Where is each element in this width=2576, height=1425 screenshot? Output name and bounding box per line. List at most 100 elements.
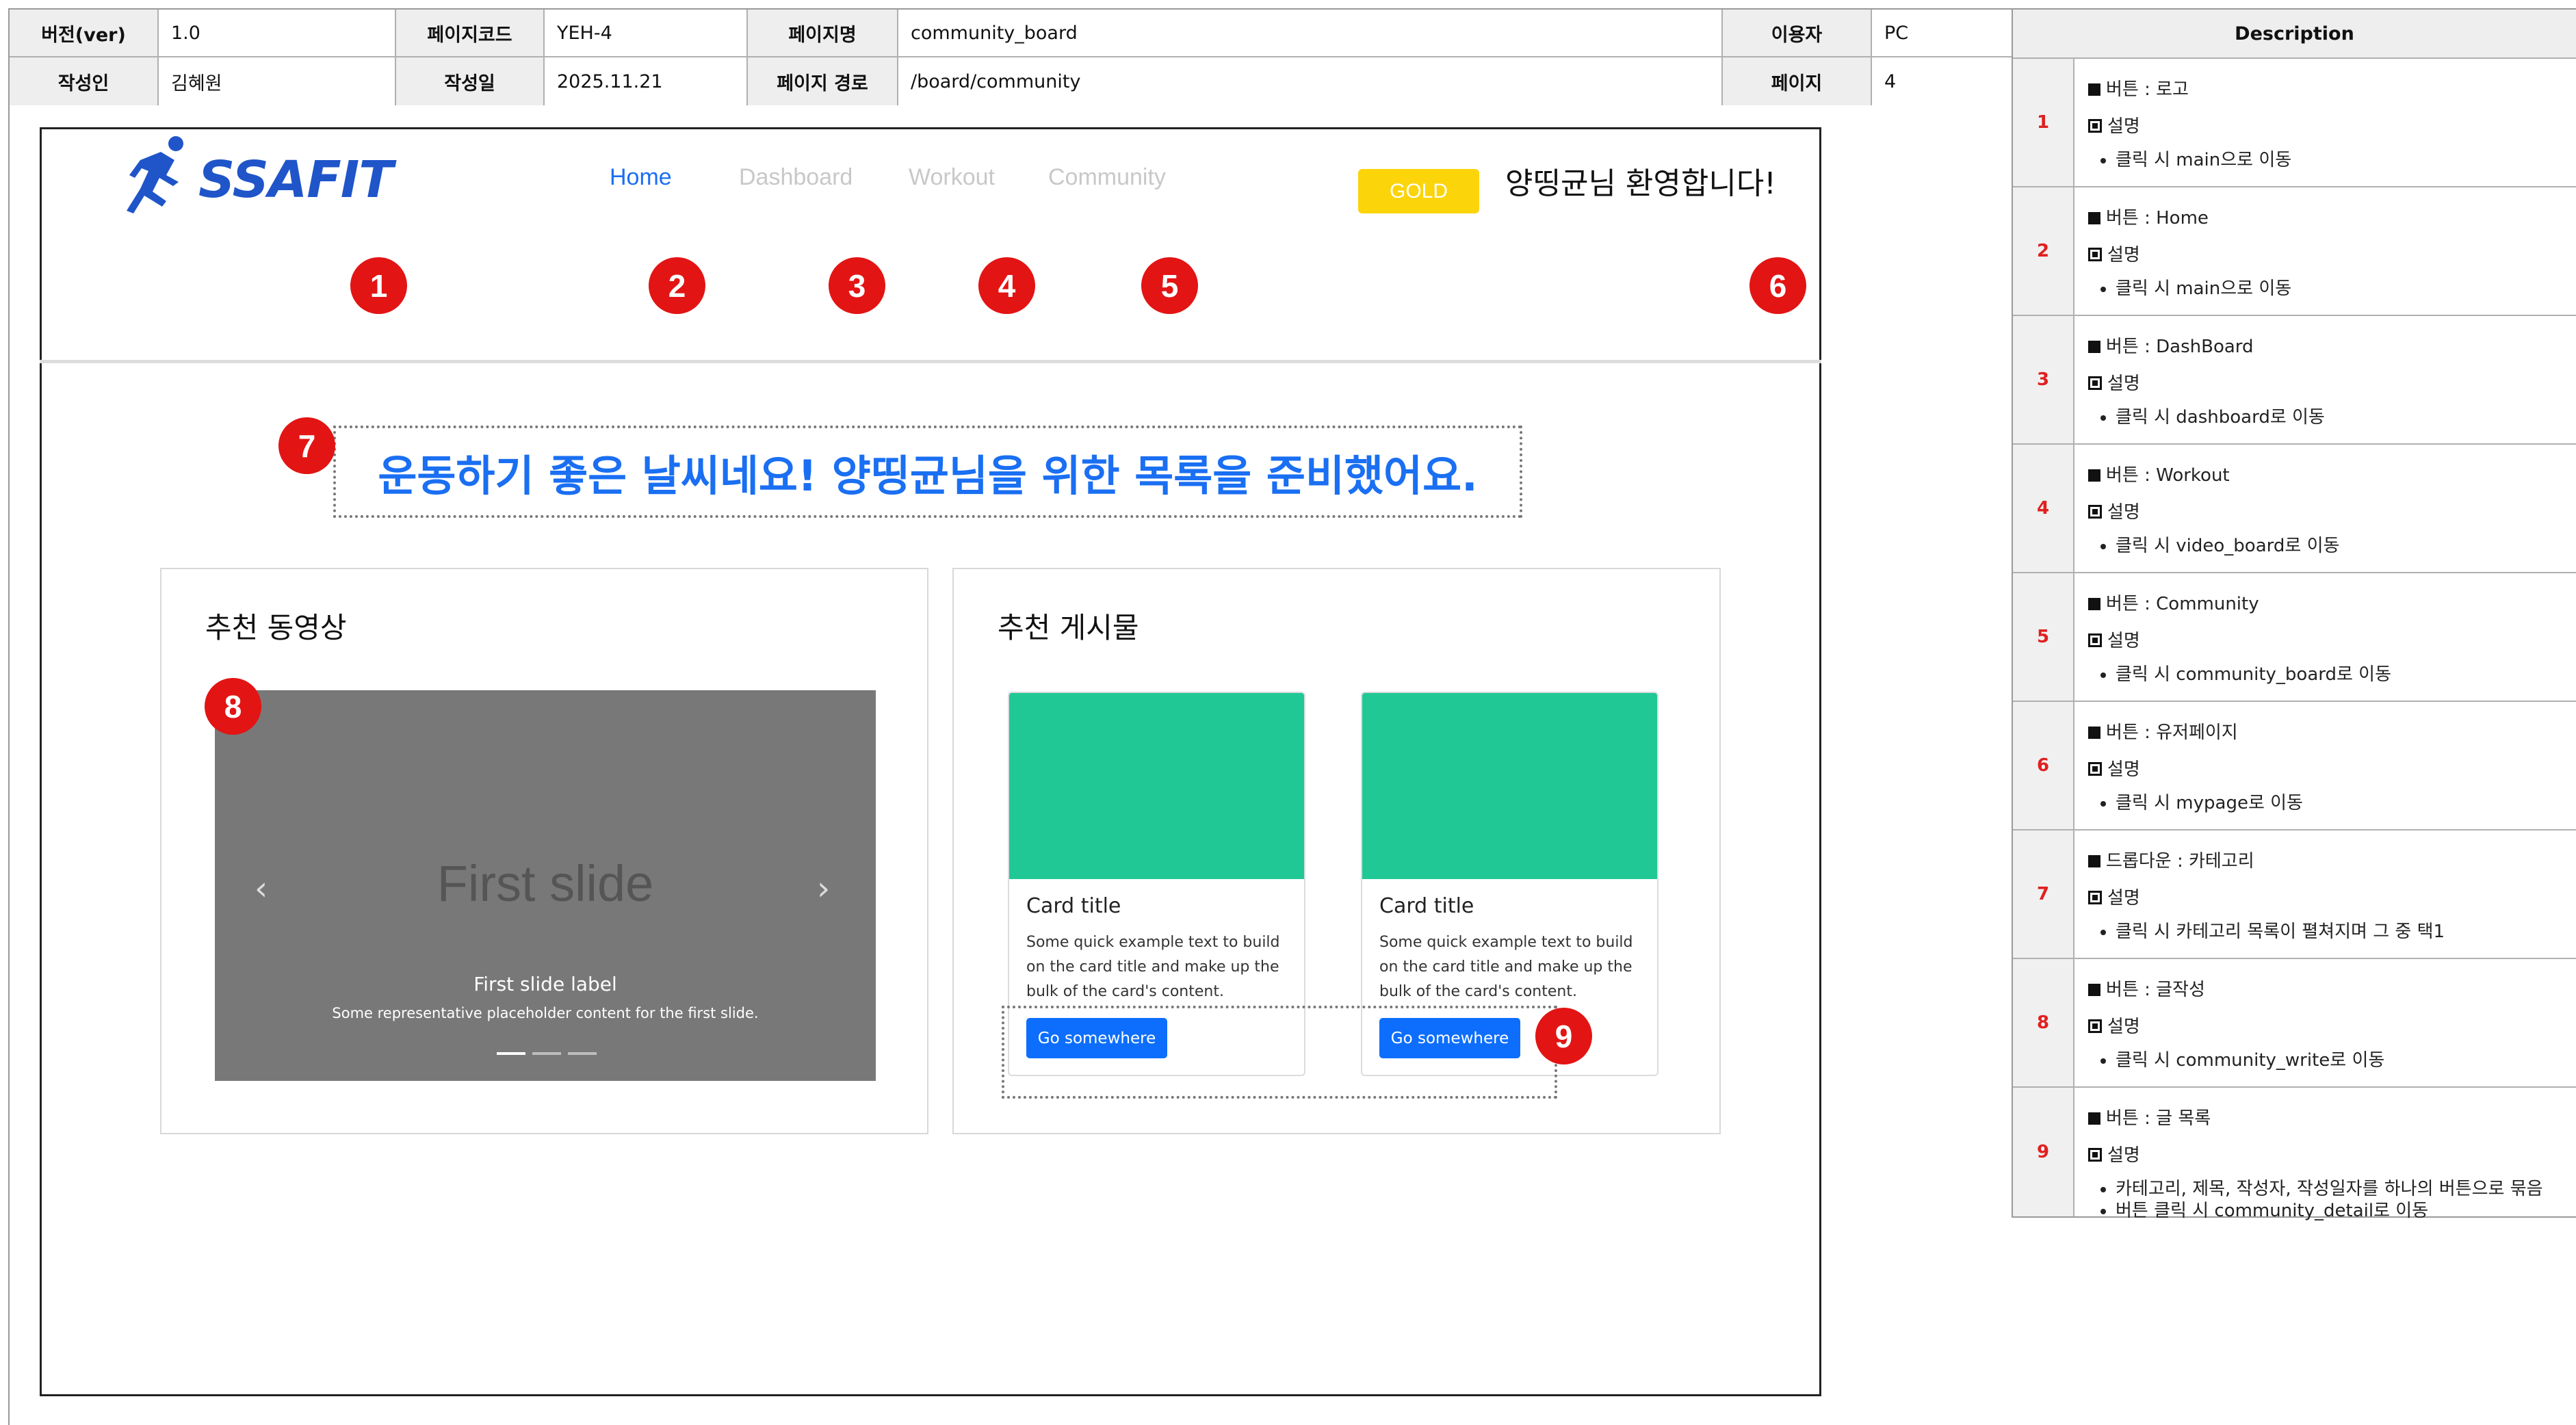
checkbox-square-icon xyxy=(2088,248,2102,261)
nav-divider xyxy=(40,360,1821,363)
description-title: Description xyxy=(2013,10,2576,59)
marker-8: 8 xyxy=(205,678,261,735)
carousel-next-icon[interactable]: › xyxy=(817,870,830,908)
description-row: 3 버튼 : DashBoard 설명 클릭 시 dashboard로 이동 xyxy=(2013,316,2576,445)
description-number: 3 xyxy=(2013,316,2074,443)
description-sub-text: 설명 xyxy=(2107,631,2140,651)
description-sub: 설명 xyxy=(2088,237,2291,274)
description-sub: 설명 xyxy=(2088,751,2303,788)
description-panel: Description 1 버튼 : 로고 설명 클릭 시 main으로 이동 … xyxy=(2012,8,2576,1221)
date-label: 작성일 xyxy=(396,57,545,105)
description-point: 클릭 시 main으로 이동 xyxy=(2116,278,2291,300)
description-point: 클릭 시 mypage로 이동 xyxy=(2116,792,2303,814)
filled-square-icon xyxy=(2088,727,2100,739)
description-item-title-text: 버튼 : 글작성 xyxy=(2106,980,2205,1000)
user-value: PC xyxy=(1872,10,2013,57)
version-value: 1.0 xyxy=(159,10,396,57)
description-sub: 설명 xyxy=(2088,1137,2543,1174)
description-number: 9 xyxy=(2013,1088,2074,1216)
description-points: 클릭 시 카테고리 목록이 펼쳐지며 그 중 택1 xyxy=(2088,921,2445,943)
nav-workout[interactable]: Workout xyxy=(909,164,995,191)
user-welcome-button[interactable]: 양띵균님 환영합니다! xyxy=(1505,159,1776,202)
description-body: 버튼 : 글작성 설명 클릭 시 community_write로 이동 xyxy=(2074,959,2384,1086)
slide-caption: Some representative placeholder content … xyxy=(332,1005,759,1021)
description-item-title: 버튼 : Community xyxy=(2088,586,2391,623)
description-sub-text: 설명 xyxy=(2107,1017,2140,1037)
description-row: 9 버튼 : 글 목록 설명 카테고리, 제목, 작성자, 작성일자를 하나의 … xyxy=(2013,1088,2576,1221)
video-section-title: 추천 동영상 xyxy=(205,611,347,644)
runner-icon xyxy=(127,136,183,213)
marker-5: 5 xyxy=(1141,257,1198,314)
description-points: 클릭 시 mypage로 이동 xyxy=(2088,792,2303,814)
description-points: 클릭 시 community_board로 이동 xyxy=(2088,664,2391,685)
card-text: Some quick example text to build on the … xyxy=(1379,934,1633,1000)
description-sub: 설명 xyxy=(2088,108,2291,145)
description-row: 1 버튼 : 로고 설명 클릭 시 main으로 이동 xyxy=(2013,59,2576,187)
description-item-title: 버튼 : 로고 xyxy=(2088,71,2291,108)
checkbox-square-icon xyxy=(2088,119,2102,133)
checkbox-square-icon xyxy=(2088,762,2102,776)
marker-1: 1 xyxy=(350,257,407,314)
description-sub-text: 설명 xyxy=(2107,1145,2140,1166)
filled-square-icon xyxy=(2088,1112,2100,1125)
nav-dashboard[interactable]: Dashboard xyxy=(739,164,853,191)
page-code-label: 페이지코드 xyxy=(396,10,545,57)
description-item-title-text: 버튼 : DashBoard xyxy=(2106,337,2254,357)
marker-7: 7 xyxy=(278,417,335,474)
category-dropdown[interactable]: 운동하기 좋은 날씨네요! 양띵균님을 위한 목록을 준비했어요. xyxy=(333,426,1522,518)
description-point: 카테고리, 제목, 작성자, 작성일자를 하나의 버튼으로 묶음 xyxy=(2116,1178,2543,1200)
description-sub-text: 설명 xyxy=(2107,888,2140,908)
post-list-button-area[interactable] xyxy=(1002,1006,1557,1099)
description-sub: 설명 xyxy=(2088,623,2391,659)
description-body: 버튼 : Community 설명 클릭 시 community_board로 … xyxy=(2074,573,2391,701)
page-number-value: 4 xyxy=(1872,57,2013,105)
description-points: 클릭 시 video_board로 이동 xyxy=(2088,535,2339,557)
logo-text: SSAFIT xyxy=(198,151,393,209)
post-section-title: 추천 게시물 xyxy=(998,611,1139,644)
description-row: 5 버튼 : Community 설명 클릭 시 community_board… xyxy=(2013,573,2576,702)
user-label: 이용자 xyxy=(1723,10,1872,57)
description-points: 카테고리, 제목, 작성자, 작성일자를 하나의 버튼으로 묶음 버튼 클릭 시… xyxy=(2088,1178,2543,1222)
description-number: 8 xyxy=(2013,959,2074,1086)
description-point: 클릭 시 main으로 이동 xyxy=(2116,149,2291,171)
checkbox-square-icon xyxy=(2088,376,2102,390)
card-image xyxy=(1362,693,1657,879)
description-sub: 설명 xyxy=(2088,880,2445,917)
description-number: 2 xyxy=(2013,187,2074,315)
filled-square-icon xyxy=(2088,598,2100,610)
description-number: 1 xyxy=(2013,59,2074,186)
carousel-indicator[interactable] xyxy=(532,1052,561,1055)
carousel-indicator[interactable] xyxy=(568,1052,597,1055)
description-item-title-text: 드롭다운 : 카테고리 xyxy=(2106,851,2254,872)
checkbox-square-icon xyxy=(2088,1148,2102,1162)
marker-2: 2 xyxy=(649,257,705,314)
description-point: 클릭 시 community_board로 이동 xyxy=(2116,664,2391,685)
description-item-title: 버튼 : Workout xyxy=(2088,457,2339,494)
video-carousel[interactable]: ‹ First slide › First slide label Some r… xyxy=(215,690,876,1081)
description-body: 버튼 : Home 설명 클릭 시 main으로 이동 xyxy=(2074,187,2291,315)
description-item-title-text: 버튼 : 유저페이지 xyxy=(2106,722,2238,743)
description-row: 8 버튼 : 글작성 설명 클릭 시 community_write로 이동 xyxy=(2013,959,2576,1088)
description-item-title: 버튼 : Home xyxy=(2088,200,2291,237)
description-item-title: 버튼 : 유저페이지 xyxy=(2088,714,2303,751)
description-body: 버튼 : Workout 설명 클릭 시 video_board로 이동 xyxy=(2074,445,2339,572)
checkbox-square-icon xyxy=(2088,1019,2102,1033)
description-row: 2 버튼 : Home 설명 클릭 시 main으로 이동 xyxy=(2013,187,2576,316)
date-value: 2025.11.21 xyxy=(545,57,748,105)
description-item-title-text: 버튼 : 로고 xyxy=(2106,79,2189,100)
checkbox-square-icon xyxy=(2088,891,2102,904)
description-sub: 설명 xyxy=(2088,494,2339,531)
filled-square-icon xyxy=(2088,83,2100,96)
checkbox-square-icon xyxy=(2088,505,2102,519)
nav-home[interactable]: Home xyxy=(610,164,672,191)
description-point: 버튼 클릭 시 community_detail로 이동 xyxy=(2116,1200,2543,1222)
carousel-indicators xyxy=(497,1052,597,1055)
author-value: 김혜원 xyxy=(159,57,396,105)
author-label: 작성인 xyxy=(10,57,159,105)
path-value: /board/community xyxy=(898,57,1723,105)
carousel-indicator[interactable] xyxy=(497,1052,525,1055)
logo-button[interactable]: SSAFIT xyxy=(75,136,393,219)
marker-3: 3 xyxy=(829,257,885,314)
description-sub-text: 설명 xyxy=(2107,245,2140,265)
nav-community[interactable]: Community xyxy=(1048,164,1166,191)
